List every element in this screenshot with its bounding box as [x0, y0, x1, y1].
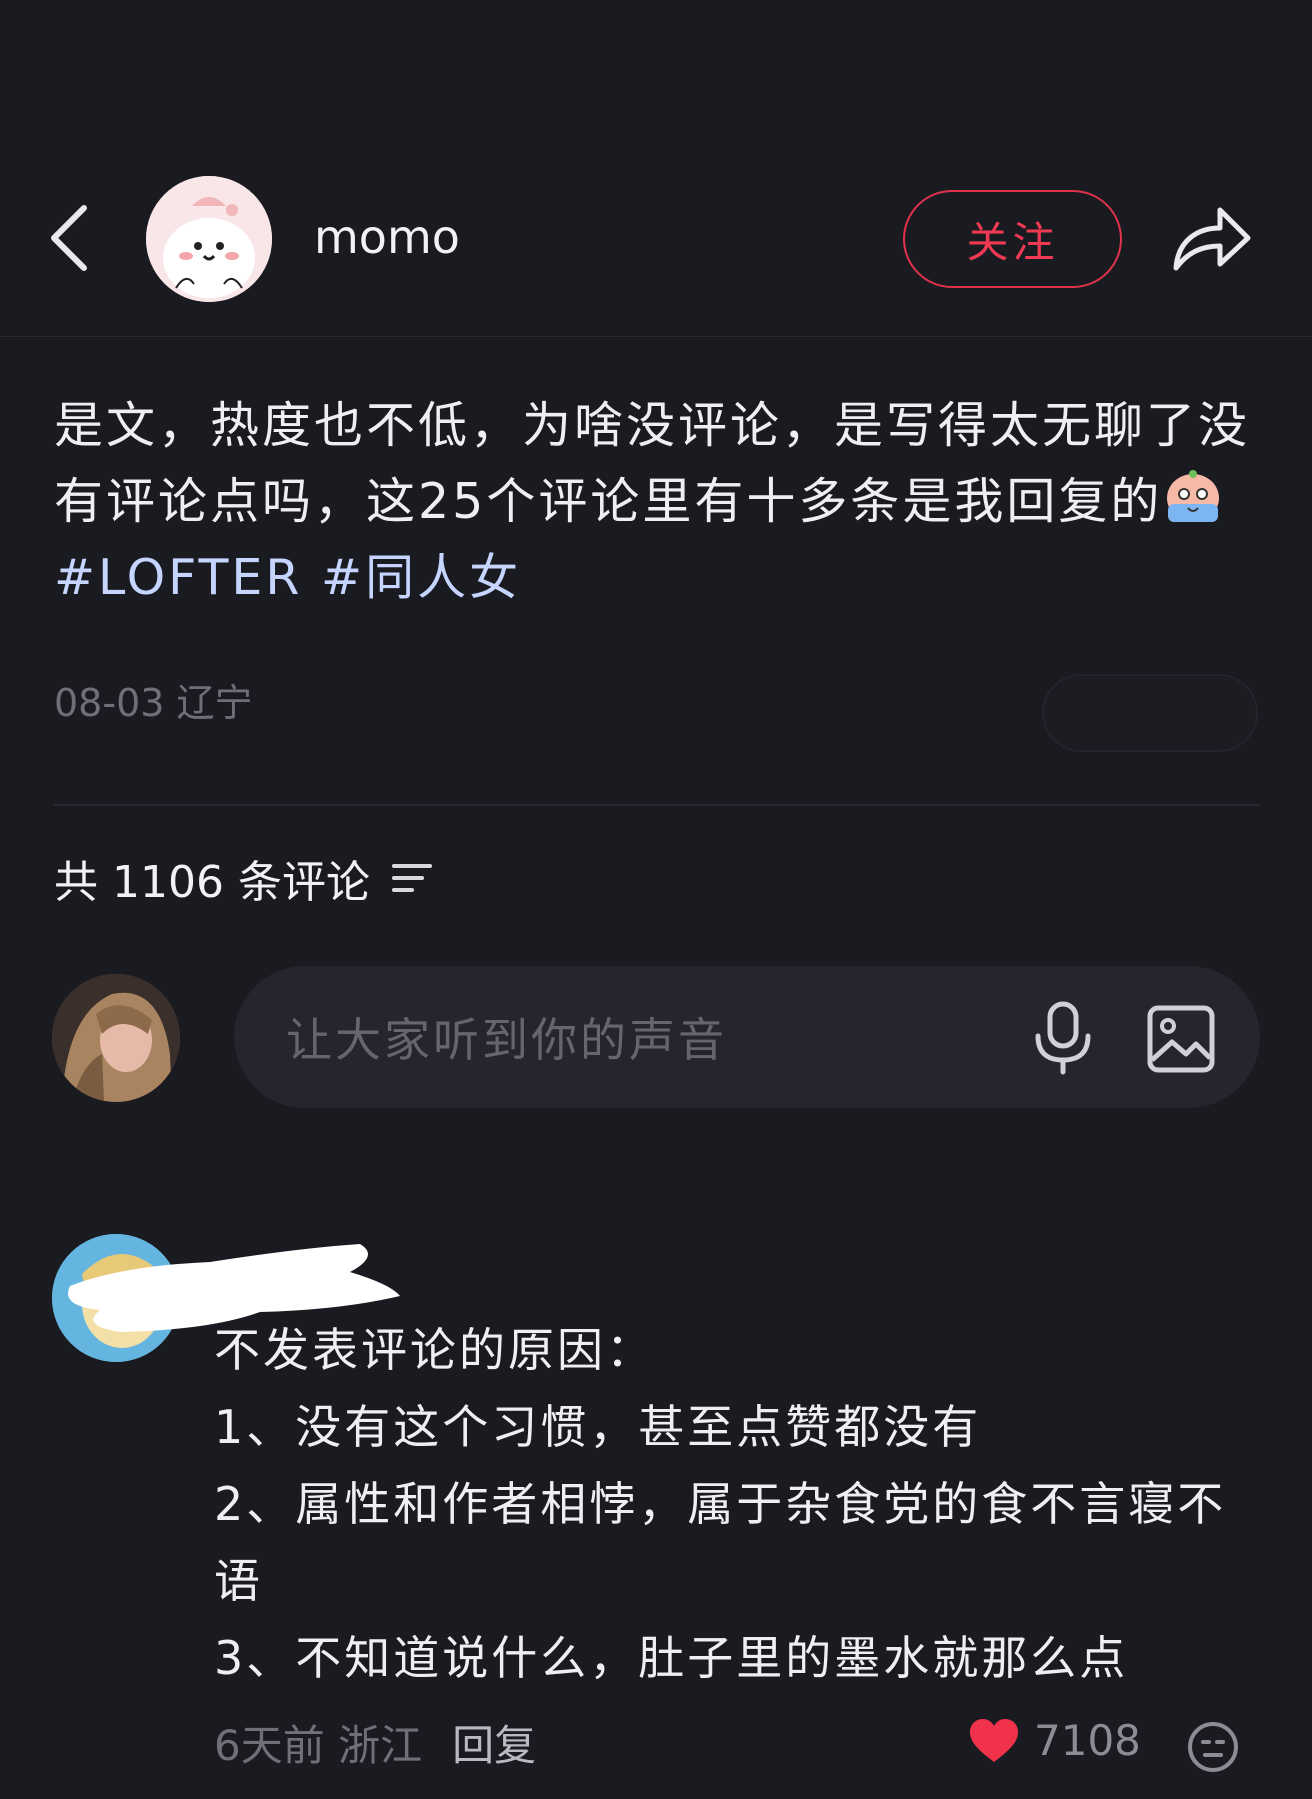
chevron-left-icon: [51, 205, 87, 271]
top-bar: momo 关注: [0, 0, 1312, 337]
redacted-pill: [1042, 674, 1258, 752]
tag-tongrennv[interactable]: #同人女: [321, 549, 521, 606]
like-count: 7108: [1034, 1716, 1141, 1765]
sort-icon[interactable]: [390, 858, 434, 898]
section-divider: [54, 804, 1260, 806]
current-user-avatar: [52, 974, 180, 1102]
back-button[interactable]: [44, 200, 100, 276]
comment-line: 1、没有这个习惯，甚至点赞都没有: [214, 1400, 982, 1454]
comment-line: 2、属性和作者相悖，属于杂食党的食不言寝不语: [214, 1477, 1227, 1608]
comment-input[interactable]: 让大家听到你的声音: [234, 966, 1260, 1108]
post-location: 辽宁: [176, 681, 253, 725]
post-meta: 08-03 辽宁: [54, 672, 253, 727]
comment-location: 浙江: [338, 1721, 423, 1770]
author-avatar-illustration: [146, 176, 272, 302]
crying-emoji-icon: [1162, 468, 1224, 526]
follow-button[interactable]: 关注: [903, 190, 1122, 288]
reply-button[interactable]: 回复: [452, 1712, 536, 1773]
emoji-reaction-icon[interactable]: [1186, 1720, 1240, 1774]
microphone-icon[interactable]: [1030, 1000, 1096, 1076]
comment-line: 3、不知道说什么，肚子里的墨水就那么点: [214, 1631, 1129, 1685]
comment-line: 不发表评论的原因：: [214, 1323, 655, 1377]
heart-icon: [970, 1718, 1018, 1762]
author-avatar[interactable]: [146, 176, 272, 302]
comment-count: 共 1106 条评论: [54, 857, 370, 908]
comment-body: 不发表评论的原因： 1、没有这个习惯，甚至点赞都没有 2、属性和作者相悖，属于杂…: [214, 1312, 1264, 1697]
share-button[interactable]: [1168, 196, 1254, 280]
share-icon: [1173, 207, 1251, 271]
author-username[interactable]: momo: [314, 210, 460, 264]
tag-lofter[interactable]: #LOFTER: [54, 549, 302, 606]
post-detail-page: momo 关注 是文，热度也不低，为啥没评论，是写得太无聊了没有评论点吗，这25…: [0, 0, 1312, 1799]
comment-time: 6天前: [214, 1721, 325, 1770]
post-content: 是文，热度也不低，为啥没评论，是写得太无聊了没有评论点吗，这25个评论里有十多条…: [54, 388, 1274, 616]
image-icon[interactable]: [1146, 1004, 1216, 1074]
like-button[interactable]: 7108: [968, 1716, 1141, 1765]
post-date: 08-03: [54, 681, 165, 725]
comment-footer: 6天前 浙江 回复: [214, 1712, 536, 1773]
post-body-text: 是文，热度也不低，为啥没评论，是写得太无聊了没有评论点吗，这25个评论里有十多条…: [54, 397, 1251, 530]
